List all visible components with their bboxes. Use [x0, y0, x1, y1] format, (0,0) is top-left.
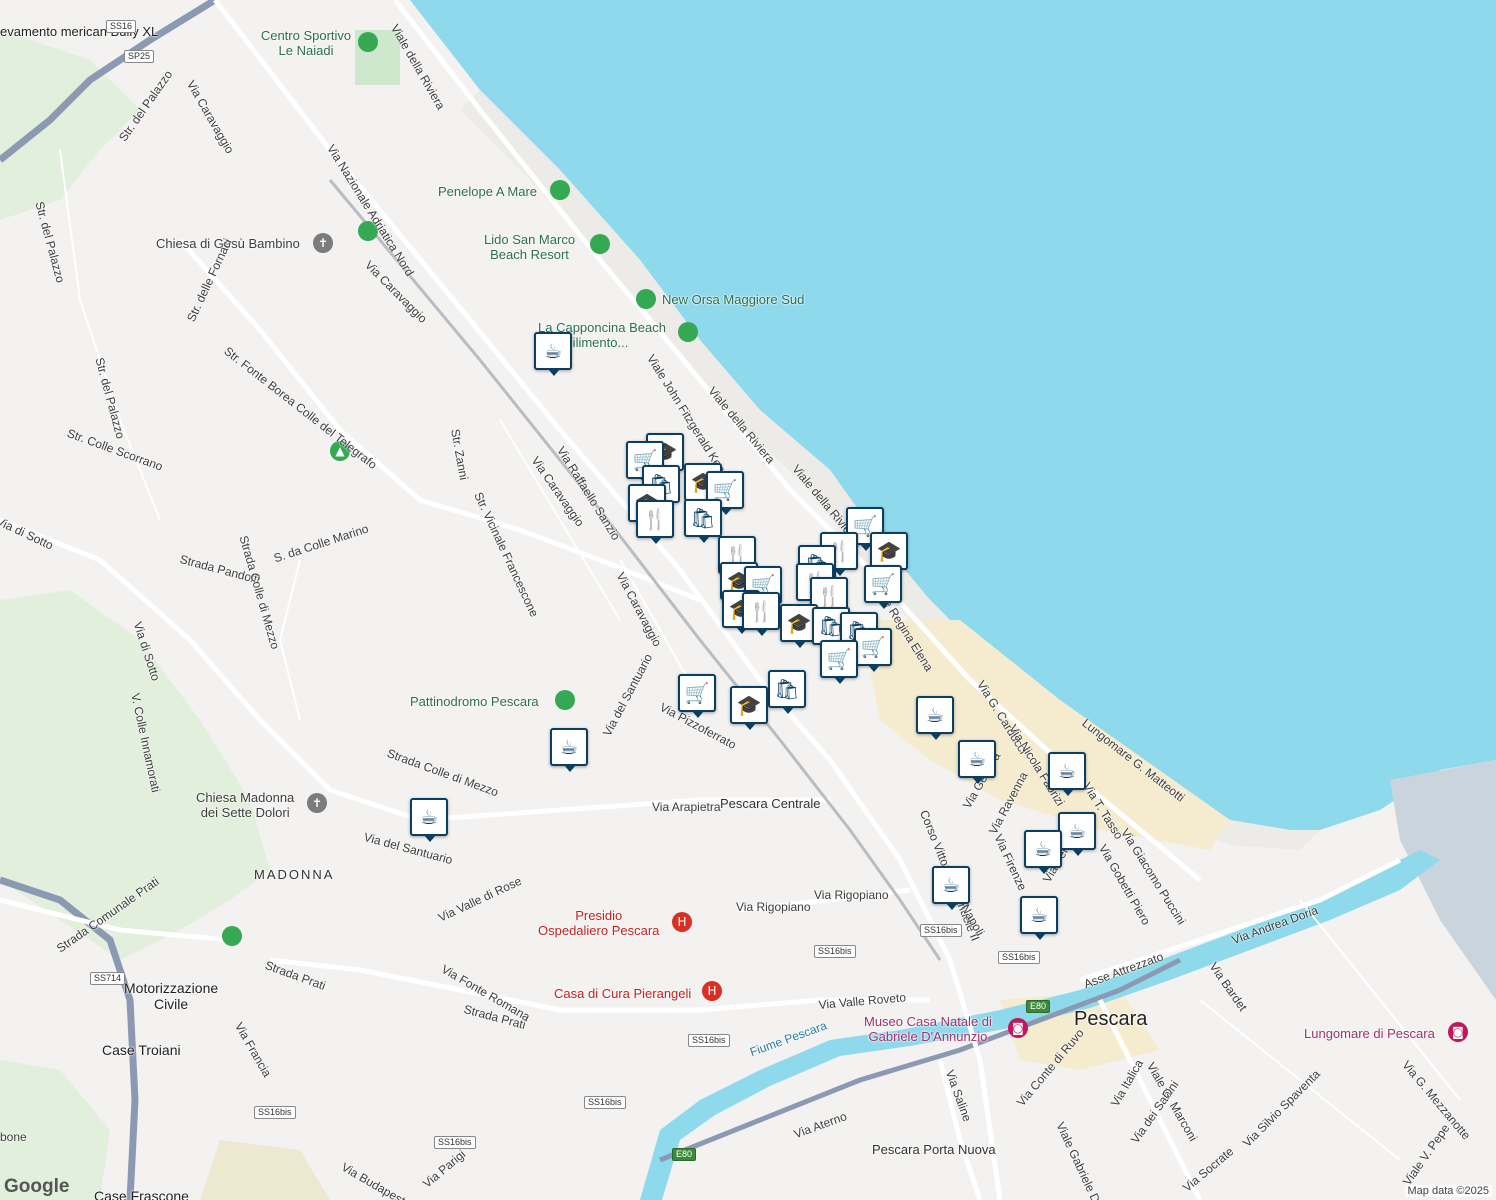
- road-shield: SS16bis: [814, 945, 856, 958]
- road-shield: SS16: [106, 20, 137, 33]
- park-icon[interactable]: [358, 32, 378, 52]
- bag-icon[interactable]: 🛍: [684, 499, 722, 543]
- shop-icon[interactable]: 🛒: [854, 628, 892, 672]
- park-icon[interactable]: [222, 926, 242, 946]
- road-shield: SS16bis: [584, 1096, 626, 1109]
- cafe-icon[interactable]: ☕: [1058, 812, 1096, 856]
- road-shield: SS16bis: [688, 1034, 730, 1047]
- street-label: Via Rigopiano: [736, 900, 811, 914]
- shop-icon[interactable]: 🛒: [864, 565, 902, 609]
- road-shield: SS16bis: [254, 1106, 296, 1119]
- cafe-icon[interactable]: ☕: [550, 728, 588, 772]
- road-shield: SS16bis: [920, 924, 962, 937]
- bag-icon[interactable]: 🛍: [768, 670, 806, 714]
- park-icon[interactable]: [678, 322, 698, 342]
- station-porta-nuova[interactable]: Pescara Porta Nuova: [872, 1142, 996, 1157]
- food-icon[interactable]: 🍴: [742, 592, 780, 636]
- street-label: Via Rigopiano: [814, 888, 889, 902]
- poi-label-sette-dolori[interactable]: Chiesa Madonna dei Sette Dolori: [196, 790, 294, 820]
- poi-label-new-orsa[interactable]: New Orsa Maggiore Sud: [662, 292, 804, 307]
- cafe-icon[interactable]: ☕: [1024, 830, 1062, 874]
- school-icon[interactable]: 🎓: [730, 686, 768, 730]
- cafe-icon[interactable]: ☕: [1020, 896, 1058, 940]
- cafe-icon[interactable]: ☕: [410, 798, 448, 842]
- road-shield: SS16bis: [998, 951, 1040, 964]
- map-attribution[interactable]: Map data ©2025: [1404, 1185, 1492, 1197]
- park-icon[interactable]: [590, 234, 610, 254]
- poi-label-lido-san-marco[interactable]: Lido San Marco Beach Resort: [484, 232, 575, 262]
- poi-label-presidio[interactable]: Presidio Ospedaliero Pescara: [538, 908, 659, 938]
- hospital-icon[interactable]: H: [702, 981, 722, 1001]
- poi-label-penelope[interactable]: Penelope A Mare: [438, 184, 537, 199]
- poi-label-le-naiadi[interactable]: Centro Sportivo Le Naiadi: [256, 28, 356, 58]
- poi-label-pattinodromo[interactable]: Pattinodromo Pescara: [410, 694, 539, 709]
- area-madonna: MADONNA: [254, 867, 335, 882]
- museum-icon[interactable]: ◙: [1448, 1022, 1468, 1042]
- hospital-icon[interactable]: H: [672, 912, 692, 932]
- cafe-icon[interactable]: ☕: [916, 696, 954, 740]
- poi-label-pierangeli[interactable]: Casa di Cura Pierangeli: [554, 986, 691, 1001]
- food-icon[interactable]: 🍴: [636, 500, 674, 544]
- place-case-frascone: Case Frascone: [94, 1188, 189, 1200]
- street-label: Via Arapietra: [652, 800, 721, 814]
- poi-label-museo-dannunzio[interactable]: Museo Casa Natale di Gabriele D'Annunzio: [864, 1014, 992, 1044]
- street-label: bone: [0, 1130, 27, 1144]
- map-canvas[interactable]: evamento merican Bully XL Centro Sportiv…: [0, 0, 1496, 1200]
- road-shield: SP25: [124, 50, 155, 63]
- church-icon[interactable]: ✝: [313, 233, 333, 253]
- road-shield: SS16bis: [434, 1136, 476, 1149]
- cafe-icon[interactable]: ☕: [1048, 752, 1086, 796]
- place-motorizzazione: Motorizzazione Civile: [124, 980, 219, 1012]
- shop-icon[interactable]: 🛒: [678, 674, 716, 718]
- park-icon[interactable]: [550, 180, 570, 200]
- station-pescara-centrale[interactable]: Pescara Centrale: [720, 796, 820, 811]
- google-logo[interactable]: Google: [4, 1176, 69, 1198]
- cafe-icon[interactable]: ☕: [932, 866, 970, 910]
- road-shield: E80: [672, 1148, 697, 1161]
- place-case-troiani: Case Troiani: [102, 1042, 181, 1058]
- shop-icon[interactable]: 🛒: [820, 640, 858, 684]
- road-shield: SS714: [90, 972, 126, 985]
- park-icon[interactable]: [636, 289, 656, 309]
- road-shield: E80: [1026, 1000, 1051, 1013]
- museum-icon[interactable]: ◙: [1008, 1018, 1028, 1038]
- poi-label-lungomare[interactable]: Lungomare di Pescara: [1304, 1026, 1435, 1041]
- park-icon[interactable]: [555, 690, 575, 710]
- city-label: Pescara: [1074, 1008, 1148, 1030]
- cafe-icon[interactable]: ☕: [958, 740, 996, 784]
- church-icon[interactable]: ✝: [307, 793, 327, 813]
- cafe-icon[interactable]: ☕: [534, 332, 572, 376]
